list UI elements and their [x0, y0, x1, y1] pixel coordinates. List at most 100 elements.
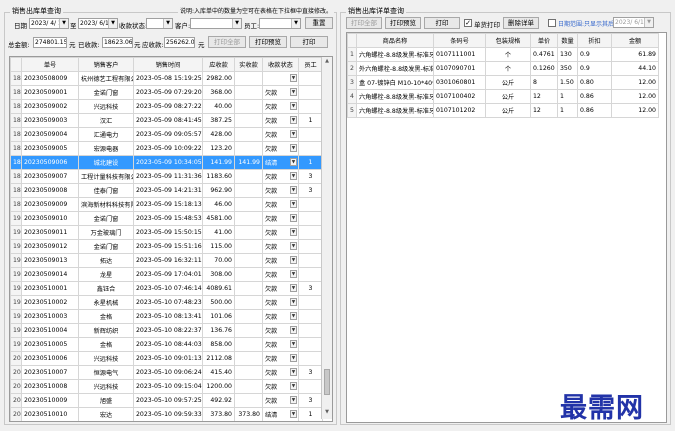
order-id-cell[interactable]: 20230509002 [21, 99, 79, 114]
chevron-down-icon[interactable]: ▼ [290, 228, 297, 236]
due-cell[interactable]: 136.76 [202, 323, 235, 338]
column-header[interactable]: 销售时间 [133, 57, 203, 72]
paid-cell[interactable] [234, 71, 263, 86]
order-id-cell[interactable]: 20230510009 [21, 393, 79, 408]
column-header[interactable]: 单价 [530, 33, 558, 48]
order-id-cell[interactable]: 20230509012 [21, 239, 79, 254]
staff-cell[interactable] [298, 267, 323, 282]
due-cell[interactable]: 4575.45 [203, 422, 235, 423]
due-cell[interactable]: 1183.60 [202, 169, 235, 184]
table-row[interactable]: 20420230510010宏达2023-05-10 09:59:33373.8… [10, 407, 323, 421]
due-cell[interactable]: 492.92 [202, 393, 235, 408]
due-cell[interactable]: 2112.08 [202, 351, 235, 366]
customer-cell[interactable]: 华成钢材 [79, 422, 134, 423]
time-cell[interactable]: 2023-05-10 08:44:03 [133, 337, 203, 352]
order-id-cell[interactable]: 20230508009 [21, 71, 79, 86]
chevron-down-icon[interactable]: ▼ [290, 158, 297, 166]
chevron-down-icon[interactable]: ▼ [232, 19, 241, 28]
chevron-down-icon[interactable]: ▼ [290, 298, 297, 306]
paid-cell[interactable] [234, 351, 263, 366]
quantity-cell[interactable]: 350 [557, 61, 578, 76]
paid-cell[interactable] [234, 127, 263, 142]
amount-cell[interactable]: 12.00 [611, 89, 659, 104]
delete-detail-button[interactable]: 删除详单 [503, 17, 539, 29]
order-id-cell[interactable]: 20230509007 [21, 169, 79, 184]
time-cell[interactable]: 2023-05-09 10:09:22 [133, 141, 203, 156]
customer-cell[interactable]: 新辉纺织 [78, 323, 134, 338]
due-cell[interactable]: 858.00 [202, 337, 235, 352]
scroll-up-icon[interactable]: ▲ [323, 58, 331, 66]
discount-cell[interactable]: 0.9 [577, 47, 612, 62]
barcode-cell[interactable]: 0107101202 [433, 103, 486, 118]
paid-cell[interactable]: 2000 [235, 422, 263, 423]
table-row[interactable]: 19120230509011万金玻璃门2023-05-09 15:50:1541… [10, 225, 323, 240]
paid-cell[interactable]: 141.99 [234, 155, 263, 170]
chevron-down-icon[interactable]: ▼ [290, 102, 297, 110]
chevron-down-icon[interactable]: ▼ [290, 116, 297, 124]
order-id-cell[interactable]: 20230509005 [21, 141, 79, 156]
status-cell[interactable]: 欠款 ▼ [262, 351, 299, 366]
status-cell[interactable]: 欠款 ▼ [262, 183, 299, 198]
status-cell[interactable]: 欠款 ▼ [262, 239, 299, 254]
table-row[interactable]: 18920230509009滨海新材料科技有限公司2023-05-09 15:1… [10, 197, 323, 212]
discount-cell[interactable]: 0.86 [577, 103, 612, 118]
staff-cell[interactable] [298, 309, 323, 324]
staff-cell[interactable] [298, 379, 323, 394]
staff-cell[interactable] [298, 141, 323, 156]
table-row[interactable]: 18620230509006城北建设2023-05-09 10:34:05141… [10, 155, 323, 170]
status-cell[interactable]: ▼ [262, 71, 299, 86]
paid-cell[interactable] [234, 85, 263, 100]
time-cell[interactable]: 2023-05-09 15:50:15 [133, 225, 203, 240]
sales-order-table[interactable]: 单号 销售客户 销售时间 应收款 实收款 收款状态 员工 18C20230508… [9, 56, 333, 422]
chevron-down-icon[interactable]: ▼ [290, 382, 297, 390]
sales-detail-table[interactable]: 商品名称 条码号 包装规格 单价 数量 折扣 金额 1 六角螺栓-8.8级发黑-标… [346, 32, 667, 423]
staff-cell[interactable]: 6 [299, 422, 323, 423]
table-row[interactable]: 18720230509007工程计量科技有限公司2023-05-09 11:31… [10, 169, 323, 184]
time-cell[interactable]: 2023-05-10 09:15:04 [133, 379, 203, 394]
column-header[interactable]: 折扣 [577, 33, 612, 48]
date-to-picker[interactable]: 2023/ 6/10 ▼ [78, 18, 118, 29]
table-row[interactable]: 4六角螺栓-8.8级发黑-标准牙M10-10*20107100402公斤1210… [347, 89, 659, 104]
time-cell[interactable]: 2023-05-09 08:41:45 [133, 113, 203, 128]
order-id-cell[interactable]: 20230509011 [21, 225, 79, 240]
paid-cell[interactable] [234, 197, 263, 212]
chevron-down-icon[interactable]: ▼ [290, 256, 297, 264]
staff-cell[interactable] [298, 351, 323, 366]
chevron-down-icon[interactable]: ▼ [290, 340, 297, 348]
discount-cell[interactable]: 0.80 [577, 75, 612, 90]
table-row[interactable]: 5六角螺栓-8.8级发黑-标准牙M10-10*60107101202公斤1210… [347, 103, 659, 118]
staff-cell[interactable] [298, 323, 323, 338]
customer-cell[interactable]: 鑫钰合 [78, 281, 134, 296]
price-cell[interactable]: 8 [530, 75, 558, 90]
table-row[interactable]: 20220230510008兴远科技2023-05-10 09:15:04120… [10, 379, 323, 394]
column-header[interactable]: 应收款 [202, 57, 235, 72]
table-row[interactable]: 20320230510009旭盛2023-05-10 09:57:25492.9… [10, 393, 323, 408]
order-id-cell[interactable]: 20230509009 [21, 197, 79, 212]
staff-cell[interactable]: 3 [298, 393, 323, 408]
time-cell[interactable]: 2023-06-18 10:58:00 [134, 422, 203, 423]
customer-cell[interactable]: 杭州德艺工程有限公司 [78, 71, 134, 86]
print-preview-button[interactable]: 打印预览 [249, 36, 287, 48]
chevron-down-icon[interactable]: ▼ [291, 19, 300, 28]
time-cell[interactable]: 2023-05-10 09:01:13 [133, 351, 203, 366]
time-cell[interactable]: 2023-05-10 09:06:24 [133, 365, 203, 380]
paid-cell[interactable] [234, 337, 263, 352]
table-row[interactable]: 19620230510002永星机械2023-05-10 07:48:23500… [10, 295, 323, 310]
column-header[interactable]: 员工 [298, 57, 323, 72]
date-range-checkbox[interactable] [548, 19, 556, 27]
chevron-down-icon[interactable]: ▼ [108, 19, 117, 28]
column-header[interactable]: 包装规格 [485, 33, 531, 48]
customer-cell[interactable]: 佳泰门窗 [78, 183, 134, 198]
status-cell[interactable]: 欠款 ▼ [262, 127, 299, 142]
table-row[interactable]: 19220230509012金诺门窗2023-05-09 15:51:16115… [10, 239, 323, 254]
time-cell[interactable]: 2023-05-10 09:59:33 [133, 407, 203, 421]
chevron-down-icon[interactable]: ▼ [290, 242, 297, 250]
date-range-label[interactable]: 日期范围:只显示其后 [558, 19, 614, 28]
paid-cell[interactable] [234, 183, 263, 198]
paid-cell[interactable] [234, 239, 263, 254]
amount-cell[interactable]: 12.00 [611, 75, 659, 90]
time-cell[interactable]: 2023-05-09 09:05:57 [133, 127, 203, 142]
table-row[interactable]: 20520230618001华成钢材2023-06-18 10:58:00457… [11, 422, 323, 423]
staff-cell[interactable] [298, 239, 323, 254]
due-cell[interactable]: 428.00 [202, 127, 235, 142]
